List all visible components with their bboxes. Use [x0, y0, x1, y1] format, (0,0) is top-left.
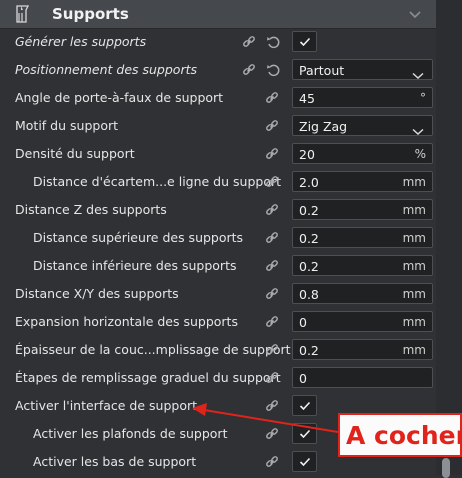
annotation-text: A cocher	[346, 421, 462, 450]
annotation-arrow	[192, 403, 339, 433]
annotation-callout: A cocher	[338, 413, 462, 457]
